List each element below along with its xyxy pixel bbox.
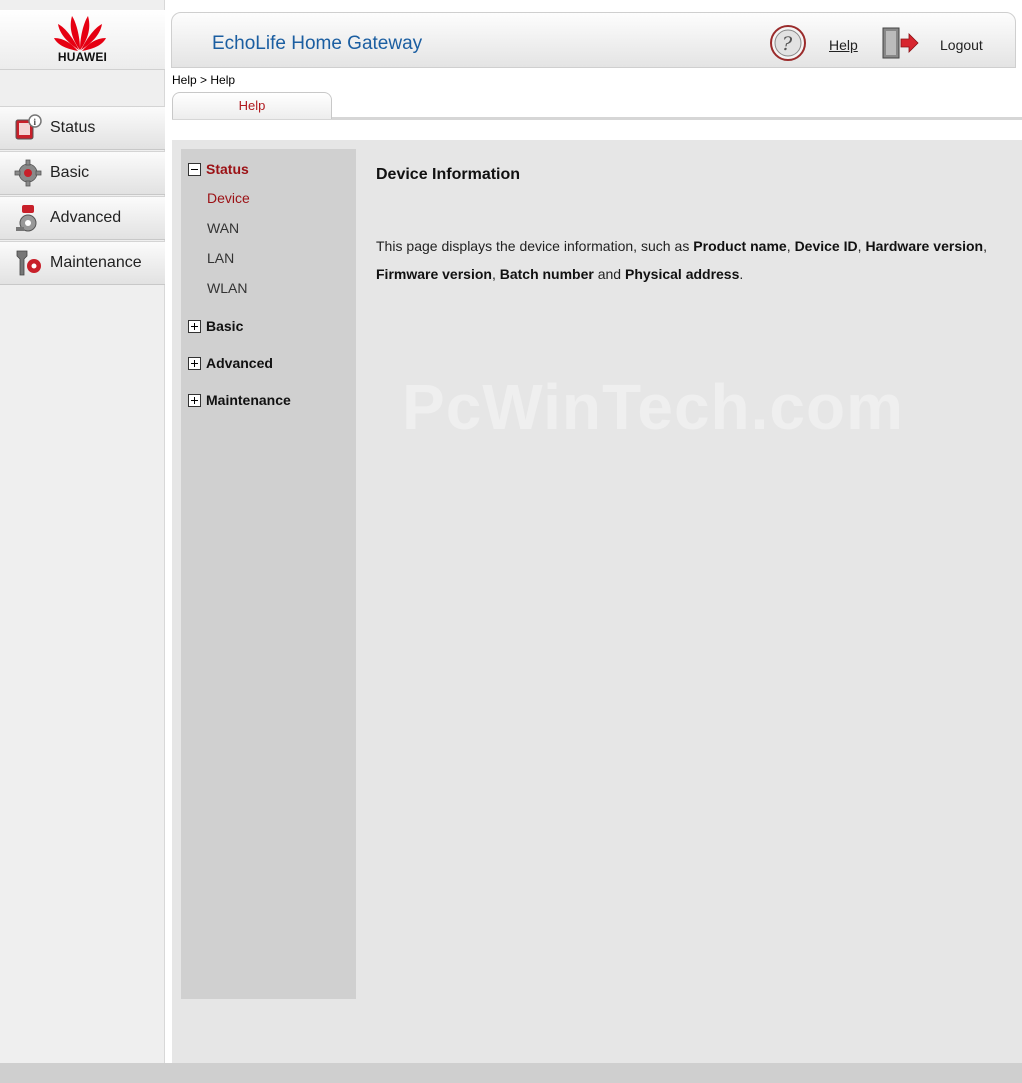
breadcrumb: Help > Help <box>172 73 236 87</box>
tree-group-label: Maintenance <box>206 392 291 408</box>
collapse-icon[interactable] <box>188 162 201 176</box>
doc-sep: and <box>593 266 625 282</box>
tab-help[interactable]: Help <box>172 92 332 119</box>
svg-text:?: ? <box>782 33 793 55</box>
status-monitor-icon: i <box>12 112 44 144</box>
expand-icon[interactable] <box>188 319 201 333</box>
doc-sep: , <box>983 238 987 254</box>
tree-group-basic[interactable]: Basic <box>188 318 243 334</box>
tree-group-maintenance[interactable]: Maintenance <box>188 392 291 408</box>
help-section-title: Device Information <box>376 166 521 183</box>
page-title: EchoLife Home Gateway <box>212 33 423 54</box>
doc-term: Physical address <box>624 266 740 282</box>
help-question-icon[interactable]: ? <box>769 24 807 62</box>
doc-text: . <box>739 266 744 282</box>
sidebar-item-label: Status <box>50 119 96 136</box>
logo-text: HUAWEI <box>57 50 108 64</box>
tree-item-device[interactable]: Device <box>207 190 250 206</box>
tree-group-status[interactable]: Status <box>188 161 249 177</box>
sidebar-item-label: Advanced <box>50 209 122 226</box>
sidebar-item-status[interactable]: i Status <box>0 106 165 150</box>
gear-icon <box>12 157 44 189</box>
sidebar-item-label: Maintenance <box>50 254 142 271</box>
wrench-icon <box>12 247 44 279</box>
tab-bar: Help <box>172 92 1022 120</box>
doc-sep: , <box>491 266 500 282</box>
content-area: Status Device WAN LAN WLAN Basic Advance… <box>172 140 1022 1063</box>
tree-group-advanced[interactable]: Advanced <box>188 355 273 371</box>
left-sidebar: HUAWEI i Status Basic Advanced Maintenan… <box>0 0 165 1063</box>
tree-group-label: Status <box>206 161 249 177</box>
doc-term: Batch number <box>499 266 594 282</box>
main-nav: i Status Basic Advanced Maintenance <box>0 106 165 286</box>
help-tree: Status Device WAN LAN WLAN Basic Advance… <box>181 149 356 999</box>
doc-term: Product name <box>693 238 787 254</box>
tree-group-label: Basic <box>206 318 244 334</box>
doc-term: Firmware version <box>376 266 492 282</box>
tree-group-label: Advanced <box>206 355 273 371</box>
logout-link[interactable]: Logout <box>940 37 983 53</box>
expand-icon[interactable] <box>188 356 201 370</box>
help-description: This page displays the device informatio… <box>376 232 987 288</box>
tree-item-wan[interactable]: WAN <box>207 220 239 236</box>
doc-sep: , <box>857 238 866 254</box>
watermark: PcWinTech.com <box>402 371 904 443</box>
huawei-flower-icon <box>54 16 106 51</box>
tree-item-wlan[interactable]: WLAN <box>207 280 247 296</box>
advanced-tools-icon <box>12 202 44 234</box>
top-header: EchoLife Home Gateway ? Help Logout <box>171 12 1016 68</box>
sidebar-item-advanced[interactable]: Advanced <box>0 196 165 240</box>
tree-item-lan[interactable]: LAN <box>207 250 234 266</box>
help-link[interactable]: Help <box>829 37 858 53</box>
sidebar-item-label: Basic <box>50 164 90 181</box>
sidebar-item-maintenance[interactable]: Maintenance <box>0 241 165 285</box>
doc-sep: , <box>786 238 795 254</box>
doc-term: Hardware version <box>865 238 984 254</box>
expand-icon[interactable] <box>188 393 201 407</box>
doc-term: Device ID <box>794 238 858 254</box>
doc-text: This page displays the device informatio… <box>376 238 694 254</box>
huawei-logo: HUAWEI <box>0 10 165 70</box>
logout-icon[interactable] <box>881 26 919 60</box>
sidebar-item-basic[interactable]: Basic <box>0 151 165 195</box>
footer-bar <box>0 1063 1022 1083</box>
